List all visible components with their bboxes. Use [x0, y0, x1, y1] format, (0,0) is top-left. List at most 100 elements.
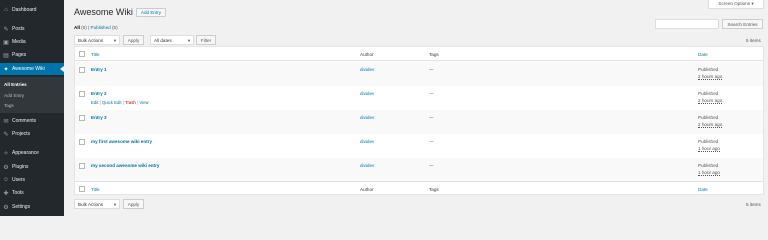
column-date[interactable]: Date	[698, 52, 708, 57]
projects-icon: ✎	[3, 131, 9, 138]
column-title[interactable]: Title	[91, 52, 100, 57]
date-time: 1 hour ago	[698, 170, 720, 176]
tags-cell: —	[429, 163, 434, 168]
media-icon: ▣	[3, 39, 9, 46]
menu-label: Projects	[12, 131, 31, 137]
entries-table: Title Author Tags Date Entry 1 dividev —…	[74, 46, 764, 195]
menu-label: Dashboard	[12, 7, 37, 13]
pushpin-icon: ✎	[3, 26, 9, 33]
column-title[interactable]: Title	[91, 187, 100, 192]
search-entries-button[interactable]: Search Entries	[722, 19, 763, 29]
view-published-count: (5)	[112, 25, 118, 30]
chevron-down-icon: ▼	[113, 202, 117, 207]
chevron-down-icon: ▼	[187, 38, 191, 43]
bulk-actions-value: Bulk Actions	[78, 201, 104, 207]
view-link[interactable]: View	[139, 100, 148, 105]
submenu-tags[interactable]: Tags	[4, 103, 14, 108]
table-row: Entry 3 dividev — Published 2 hours ago	[75, 110, 763, 134]
items-count: 5 items	[746, 38, 761, 43]
entry-title-link[interactable]: my first awesome wiki entry	[91, 139, 152, 144]
submenu-add-entry[interactable]: Add Entry	[4, 93, 24, 98]
menu-settings[interactable]: ⚙ Settings	[0, 201, 64, 213]
apply-button[interactable]: Apply	[123, 35, 144, 45]
row-checkbox[interactable]	[79, 139, 85, 145]
entry-title-link[interactable]: my second awesome wiki entry	[91, 163, 159, 168]
view-all[interactable]: All	[74, 25, 80, 30]
menu-plugins[interactable]: ⚙ Plugins	[0, 161, 64, 173]
date-status: Published	[698, 67, 719, 72]
table-row: my second awesome wiki entry dividev — P…	[75, 158, 763, 182]
menu-appearance[interactable]: ✧ Appearance	[0, 147, 64, 159]
table-row: my first awesome wiki entry dividev — Pu…	[75, 134, 763, 158]
author-link[interactable]: dividev	[360, 163, 374, 168]
tags-cell: —	[429, 67, 434, 72]
submenu-all-entries[interactable]: All Entries	[4, 82, 27, 87]
select-all-checkbox[interactable]	[79, 51, 85, 57]
quick-edit-link[interactable]: Quick Edit	[102, 100, 122, 105]
column-date[interactable]: Date	[698, 187, 708, 192]
dashboard-icon: ⌂	[4, 7, 8, 13]
action-separator: |	[99, 100, 101, 105]
bulk-actions-select-bottom[interactable]: Bulk Actions ▼	[74, 199, 120, 209]
tools-icon: ✚	[3, 190, 9, 197]
entry-title-link[interactable]: Entry 1	[91, 67, 107, 72]
view-published[interactable]: Published	[91, 25, 111, 30]
entry-title-link[interactable]: Entry 3	[91, 115, 107, 120]
menu-dashboard[interactable]: ⌂ Dashboard	[0, 4, 64, 16]
screen-options-button[interactable]: Screen Options ▾	[708, 0, 764, 9]
view-separator: |	[88, 25, 90, 30]
menu-label: Appearance	[12, 150, 39, 156]
items-count-bottom: 5 items	[746, 202, 761, 207]
settings-icon: ⚙	[3, 204, 9, 211]
page-title: Awesome Wiki	[74, 7, 133, 17]
bulk-actions-value: Bulk Actions	[78, 37, 104, 43]
row-checkbox[interactable]	[79, 67, 85, 73]
action-separator: |	[137, 100, 139, 105]
menu-label: Awesome Wiki	[12, 66, 45, 72]
select-all-checkbox[interactable]	[79, 186, 85, 192]
date-time: 2 hours ago	[698, 122, 723, 128]
apply-button-bottom[interactable]: Apply	[123, 199, 144, 209]
add-entry-button[interactable]: Add Entry	[136, 8, 166, 17]
date-status: Published	[698, 163, 719, 168]
comment-icon: ✉	[3, 118, 9, 125]
menu-label: Settings	[12, 204, 31, 210]
date-filter-select[interactable]: All dates ▼	[150, 35, 194, 45]
date-time: 2 hours ago	[698, 74, 723, 80]
view-filters: All (5) | Published (5)	[74, 25, 118, 30]
menu-awesome-wiki[interactable]: ✦ Awesome Wiki	[0, 63, 64, 75]
table-row: Entry 2 Edit | Quick Edit | Trash | View…	[75, 86, 763, 110]
pages-icon: ▤	[3, 52, 9, 59]
column-author: Author	[360, 187, 374, 192]
filter-button[interactable]: Filter	[196, 35, 216, 45]
date-time: 1 hour ago	[698, 146, 720, 152]
menu-label: Pages	[12, 52, 27, 58]
row-checkbox[interactable]	[79, 115, 85, 121]
author-link[interactable]: dividev	[360, 139, 374, 144]
trash-link[interactable]: Trash	[125, 100, 136, 105]
search-input[interactable]	[655, 19, 719, 29]
menu-posts[interactable]: ✎ Posts	[0, 23, 64, 35]
menu-label: Tools	[12, 190, 24, 196]
author-link[interactable]: dividev	[360, 115, 374, 120]
row-checkbox[interactable]	[79, 91, 85, 97]
menu-tools[interactable]: ✚ Tools	[0, 187, 64, 199]
menu-projects[interactable]: ✎ Projects	[0, 128, 64, 140]
menu-pages[interactable]: ▤ Pages	[0, 49, 64, 61]
bulk-actions-select[interactable]: Bulk Actions ▼	[74, 35, 120, 45]
date-time: 2 hours ago	[698, 98, 723, 104]
row-checkbox[interactable]	[79, 163, 85, 169]
author-link[interactable]: dividev	[360, 91, 374, 96]
author-link[interactable]: dividev	[360, 67, 374, 72]
menu-comments[interactable]: ✉ Comments	[0, 115, 64, 127]
plugins-icon: ⚙	[3, 164, 9, 171]
tags-cell: —	[429, 139, 434, 144]
menu-users[interactable]: ☺ Users	[0, 174, 64, 186]
view-all-count: (5)	[81, 25, 87, 30]
menu-media[interactable]: ▣ Media	[0, 36, 64, 48]
menu-label: Media	[12, 39, 26, 45]
edit-link[interactable]: Edit	[91, 100, 98, 105]
chevron-down-icon: ▼	[113, 38, 117, 43]
column-author: Author	[360, 52, 374, 57]
entry-title-link[interactable]: Entry 2	[91, 91, 107, 96]
